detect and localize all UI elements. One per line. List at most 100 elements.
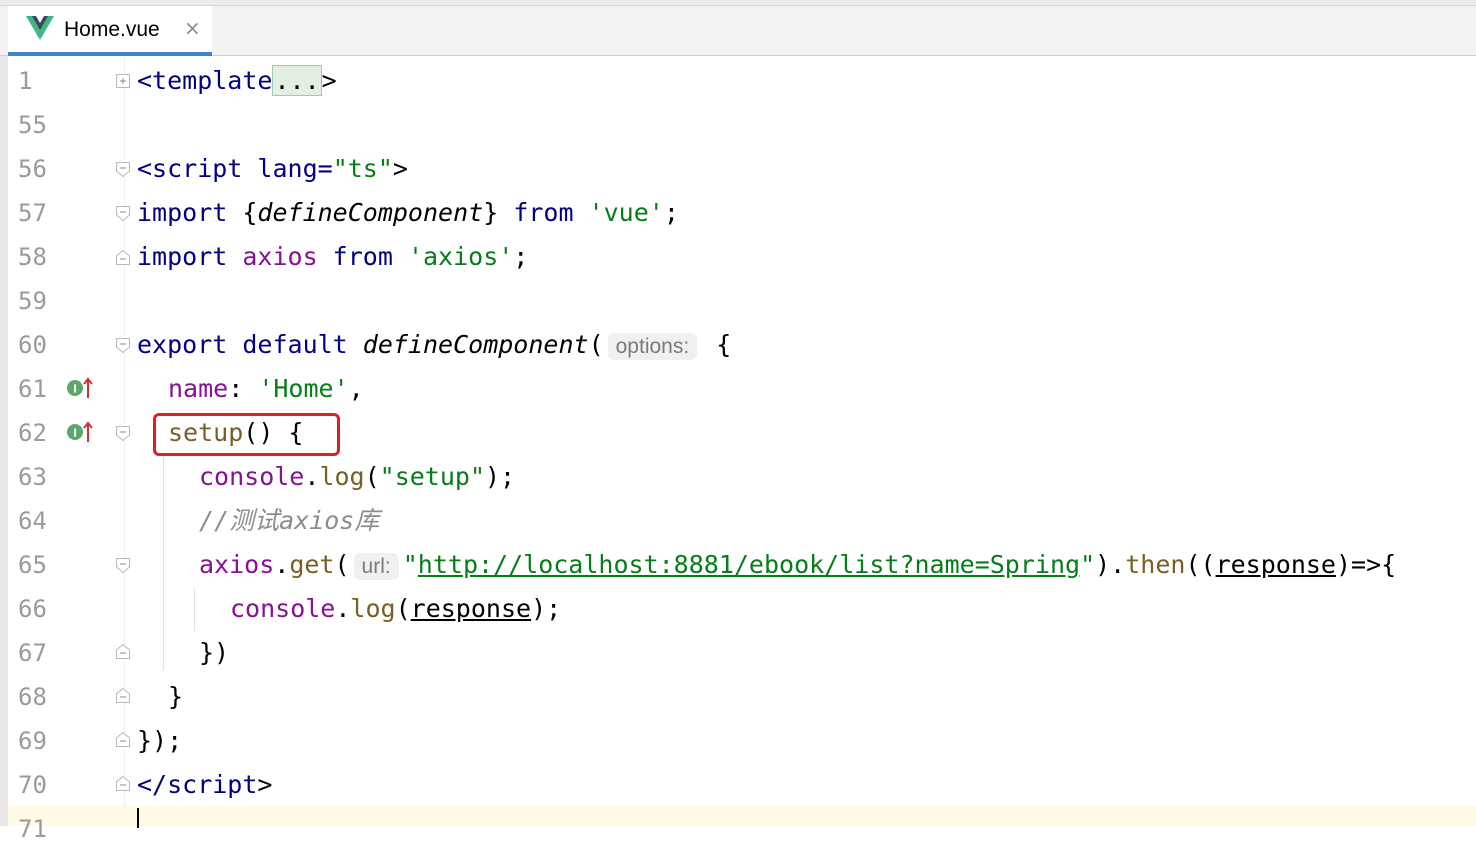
method-call: log: [319, 462, 365, 491]
closing-brace: });: [137, 726, 183, 755]
tag-close: >: [257, 770, 273, 799]
string-literal: 'axios': [407, 242, 514, 271]
keyword: import: [137, 198, 243, 227]
tag-name: <script: [137, 154, 258, 183]
vue-logo-icon: [26, 16, 54, 40]
url-link[interactable]: http://localhost:8881/ebook/list?name=Sp…: [418, 550, 1080, 579]
brace: }: [483, 198, 514, 227]
tag-close: >: [392, 154, 408, 183]
paren: );: [531, 594, 562, 623]
fold-end-icon[interactable]: [116, 687, 131, 704]
fold-collapse-icon[interactable]: [116, 161, 131, 178]
current-line-highlight: [124, 806, 1476, 826]
code-line-66[interactable]: console.log(response);: [230, 587, 561, 631]
line-number: 59: [18, 287, 47, 315]
paren-dot: ).: [1095, 550, 1126, 579]
line-number: 63: [18, 463, 47, 491]
method-call: log: [350, 594, 396, 623]
line-number: 60: [18, 331, 47, 359]
highlight-box: [153, 413, 340, 456]
line-number: 70: [18, 771, 47, 799]
keyword: import: [137, 242, 243, 271]
implementing-method-icon[interactable]: I: [66, 376, 96, 400]
code-line-63[interactable]: console.log("setup");: [199, 455, 515, 499]
close-icon[interactable]: ×: [184, 16, 201, 40]
brace: {: [242, 198, 258, 227]
line-number: 68: [18, 683, 47, 711]
code-line-56[interactable]: <script lang="ts">: [137, 147, 408, 191]
dot: .: [304, 462, 320, 491]
editor-left-edge: [0, 56, 8, 826]
code-line-65[interactable]: axios.get(url: "http://localhost:8881/ebo…: [199, 543, 1396, 587]
line-number: 62: [18, 419, 47, 447]
parameter-hint: options:: [607, 333, 698, 360]
indent-guide: [163, 455, 164, 670]
fold-end-icon[interactable]: [116, 643, 131, 660]
closing-brace: }: [168, 682, 184, 711]
tag-name: </script: [137, 770, 258, 799]
colon: :: [228, 374, 259, 403]
keyword: from: [332, 242, 408, 271]
string-literal: 'vue': [588, 198, 664, 227]
quote: ": [1080, 550, 1096, 579]
keyword: export default: [137, 330, 363, 359]
code-line-1[interactable]: <template...>: [137, 59, 337, 103]
arrow: )=>{: [1335, 550, 1397, 579]
tab-home-vue[interactable]: Home.vue ×: [8, 6, 212, 56]
semicolon: ;: [513, 242, 529, 271]
method-call: get: [289, 550, 335, 579]
dot: .: [274, 550, 290, 579]
fold-expand-icon[interactable]: [116, 73, 131, 90]
attribute-value: "ts": [332, 154, 393, 183]
tag-close: >: [321, 66, 337, 95]
line-number: 1: [18, 67, 33, 95]
code-line-70[interactable]: </script>: [137, 763, 272, 807]
code-line-67[interactable]: }): [199, 631, 229, 675]
code-line-58[interactable]: import axios from 'axios';: [137, 235, 528, 279]
closing-brace: }): [199, 638, 230, 667]
dot: .: [335, 594, 351, 623]
line-number: 61: [18, 375, 47, 403]
fold-collapse-icon[interactable]: [116, 337, 131, 354]
fold-end-icon[interactable]: [116, 249, 131, 266]
code-line-68[interactable]: }: [168, 675, 183, 719]
line-number: 55: [18, 111, 47, 139]
property-name: name: [168, 374, 229, 403]
comment: //测试axios库: [199, 506, 380, 535]
line-number: 67: [18, 639, 47, 667]
method-call: then: [1125, 550, 1186, 579]
tab-bar-top-border: [0, 0, 1476, 6]
line-number: 71: [18, 815, 47, 843]
parameter-hint: url:: [353, 553, 399, 580]
line-number: 64: [18, 507, 47, 535]
semicolon: ;: [663, 198, 679, 227]
paren: (: [588, 330, 604, 359]
brace: {: [701, 330, 732, 359]
folded-region-placeholder[interactable]: ...: [272, 65, 322, 96]
attribute-name: lang=: [257, 154, 333, 183]
fold-collapse-icon[interactable]: [116, 205, 131, 222]
identifier: axios: [242, 242, 333, 271]
quote: ": [402, 550, 418, 579]
fold-end-icon[interactable]: [116, 731, 131, 748]
editor-tab-bar: Home.vue ×: [0, 0, 1476, 56]
string-literal: 'Home': [258, 374, 349, 403]
paren: (: [334, 550, 350, 579]
fold-collapse-icon[interactable]: [116, 557, 131, 574]
code-line-57[interactable]: import {defineComponent} from 'vue';: [137, 191, 679, 235]
line-number: 56: [18, 155, 47, 183]
paren: (: [364, 462, 380, 491]
code-line-60[interactable]: export default defineComponent(options: …: [137, 323, 731, 367]
fold-collapse-icon[interactable]: [116, 425, 131, 442]
keyword: from: [513, 198, 589, 227]
indent-guide: [194, 587, 195, 631]
paren: );: [485, 462, 516, 491]
code-line-64[interactable]: //测试axios库: [199, 499, 379, 543]
parameter: response: [410, 594, 532, 623]
code-line-61[interactable]: name: 'Home',: [168, 367, 364, 411]
implementing-method-icon[interactable]: I: [66, 420, 96, 444]
line-number: 58: [18, 243, 47, 271]
code-line-69[interactable]: });: [137, 719, 182, 763]
fold-end-icon[interactable]: [116, 775, 131, 792]
identifier: console: [199, 462, 305, 491]
